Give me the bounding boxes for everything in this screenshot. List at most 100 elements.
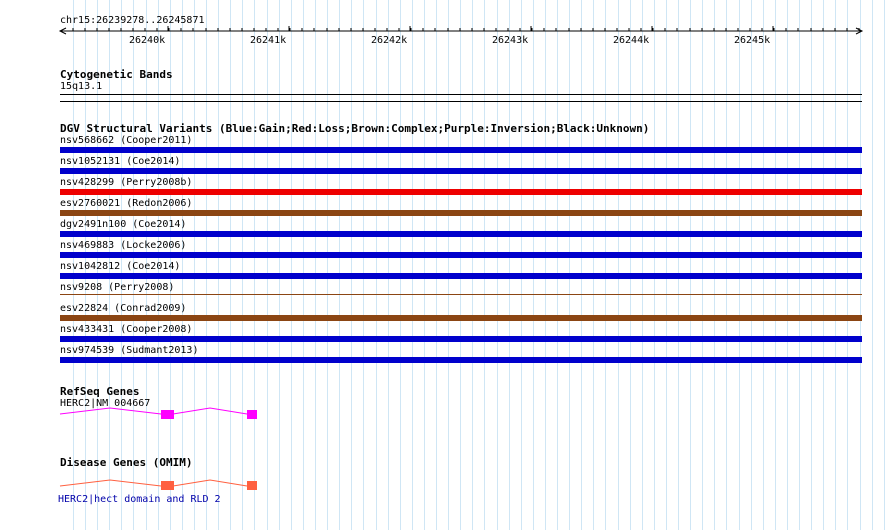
grid-line (424, 0, 425, 530)
refseq-gene-label[interactable]: HERC2|NM_004667 (60, 398, 150, 409)
grid-line (448, 0, 449, 530)
grid-line (460, 0, 461, 530)
grid-line (218, 0, 219, 530)
grid-line (339, 0, 340, 530)
grid-line (630, 0, 631, 530)
dgv-variant-bar[interactable] (60, 210, 862, 216)
grid-line (267, 0, 268, 530)
grid-line (690, 0, 691, 530)
ruler-tick-label: 26240k (129, 35, 166, 46)
grid-line (484, 0, 485, 530)
ruler-tick-label: 26244k (613, 35, 650, 46)
grid-line (254, 0, 255, 530)
dgv-variant-label[interactable]: nsv974539 (Sudmant2013) (60, 345, 198, 356)
dgv-variant-bar[interactable] (60, 294, 862, 295)
grid-line (315, 0, 316, 530)
dgv-variant-bar[interactable] (60, 357, 862, 363)
ruler-tick-label: 26245k (734, 35, 771, 46)
dgv-variant-label[interactable]: nsv9208 (Perry2008) (60, 282, 174, 293)
grid-line (884, 0, 885, 530)
cytoband-bottom-line (60, 101, 862, 102)
omim-exon (161, 481, 174, 490)
grid-line (739, 0, 740, 530)
dgv-variant-label[interactable]: esv2760021 (Redon2006) (60, 198, 192, 209)
grid-line (412, 0, 413, 530)
grid-line (242, 0, 243, 530)
omim-gene-model[interactable] (59, 479, 257, 490)
dgv-variant-bar[interactable] (60, 336, 862, 342)
grid-line (521, 0, 522, 530)
refseq-gene-model[interactable] (59, 407, 257, 419)
grid-line (593, 0, 594, 530)
grid-line (327, 0, 328, 530)
grid-line (847, 0, 848, 530)
grid-line (702, 0, 703, 530)
grid-line (581, 0, 582, 530)
cytoband-track-title: Cytogenetic Bands (60, 68, 173, 81)
grid-line (872, 0, 873, 530)
dgv-variant-bar[interactable] (60, 231, 862, 237)
grid-line (678, 0, 679, 530)
dgv-variant-bar[interactable] (60, 252, 862, 258)
dgv-variant-label[interactable]: nsv433431 (Cooper2008) (60, 324, 192, 335)
grid-line (545, 0, 546, 530)
dgv-variant-bar[interactable] (60, 273, 862, 279)
refseq-intron-line (172, 407, 248, 415)
dgv-variant-label[interactable]: nsv1052131 (Coe2014) (60, 156, 180, 167)
refseq-track-title: RefSeq Genes (60, 385, 140, 398)
cytoband-top-line (60, 94, 862, 95)
dgv-variant-label[interactable]: nsv1042812 (Coe2014) (60, 261, 180, 272)
grid-line (351, 0, 352, 530)
grid-line (823, 0, 824, 530)
grid-line (642, 0, 643, 530)
grid-line (654, 0, 655, 530)
omim-intron-line (59, 479, 162, 487)
grid-line (666, 0, 667, 530)
refseq-exon (247, 410, 257, 419)
dgv-variant-bar[interactable] (60, 189, 862, 195)
grid-line (303, 0, 304, 530)
dgv-variant-label[interactable]: nsv428299 (Perry2008b) (60, 177, 192, 188)
grid-line (436, 0, 437, 530)
refseq-exon (161, 410, 174, 419)
grid-line (811, 0, 812, 530)
grid-line (569, 0, 570, 530)
grid-line (388, 0, 389, 530)
dgv-variant-label[interactable]: dgv2491n100 (Coe2014) (60, 219, 186, 230)
grid-line (206, 0, 207, 530)
grid-line (557, 0, 558, 530)
dgv-variant-label[interactable]: esv22824 (Conrad2009) (60, 303, 186, 314)
grid-line (775, 0, 776, 530)
grid-line (376, 0, 377, 530)
grid-line (618, 0, 619, 530)
cytoband-label[interactable]: 15q13.1 (60, 81, 102, 92)
grid-line (182, 0, 183, 530)
ruler-tick-label: 26241k (250, 35, 287, 46)
dgv-variant-bar[interactable] (60, 315, 862, 321)
grid-line (799, 0, 800, 530)
dgv-variant-label[interactable]: nsv469883 (Locke2006) (60, 240, 186, 251)
grid-line (763, 0, 764, 530)
grid-line (787, 0, 788, 530)
grid-line (533, 0, 534, 530)
dgv-variant-label[interactable]: nsv568662 (Cooper2011) (60, 135, 192, 146)
grid-line (605, 0, 606, 530)
grid-line (860, 0, 861, 530)
omim-exon (247, 481, 257, 490)
ruler-tick-label: 26242k (371, 35, 408, 46)
grid-line (726, 0, 727, 530)
dgv-track-title: DGV Structural Variants (Blue:Gain;Red:L… (60, 122, 650, 135)
grid-line (751, 0, 752, 530)
grid-line (400, 0, 401, 530)
grid-line (497, 0, 498, 530)
omim-intron-line (172, 479, 248, 487)
grid-line (363, 0, 364, 530)
grid-line (230, 0, 231, 530)
grid-line (279, 0, 280, 530)
grid-line (291, 0, 292, 530)
omim-gene-label[interactable]: HERC2|hect domain and RLD 2 (58, 494, 221, 505)
dgv-variant-bar[interactable] (60, 168, 862, 174)
grid-line (835, 0, 836, 530)
dgv-variant-bar[interactable] (60, 147, 862, 153)
grid-line (472, 0, 473, 530)
